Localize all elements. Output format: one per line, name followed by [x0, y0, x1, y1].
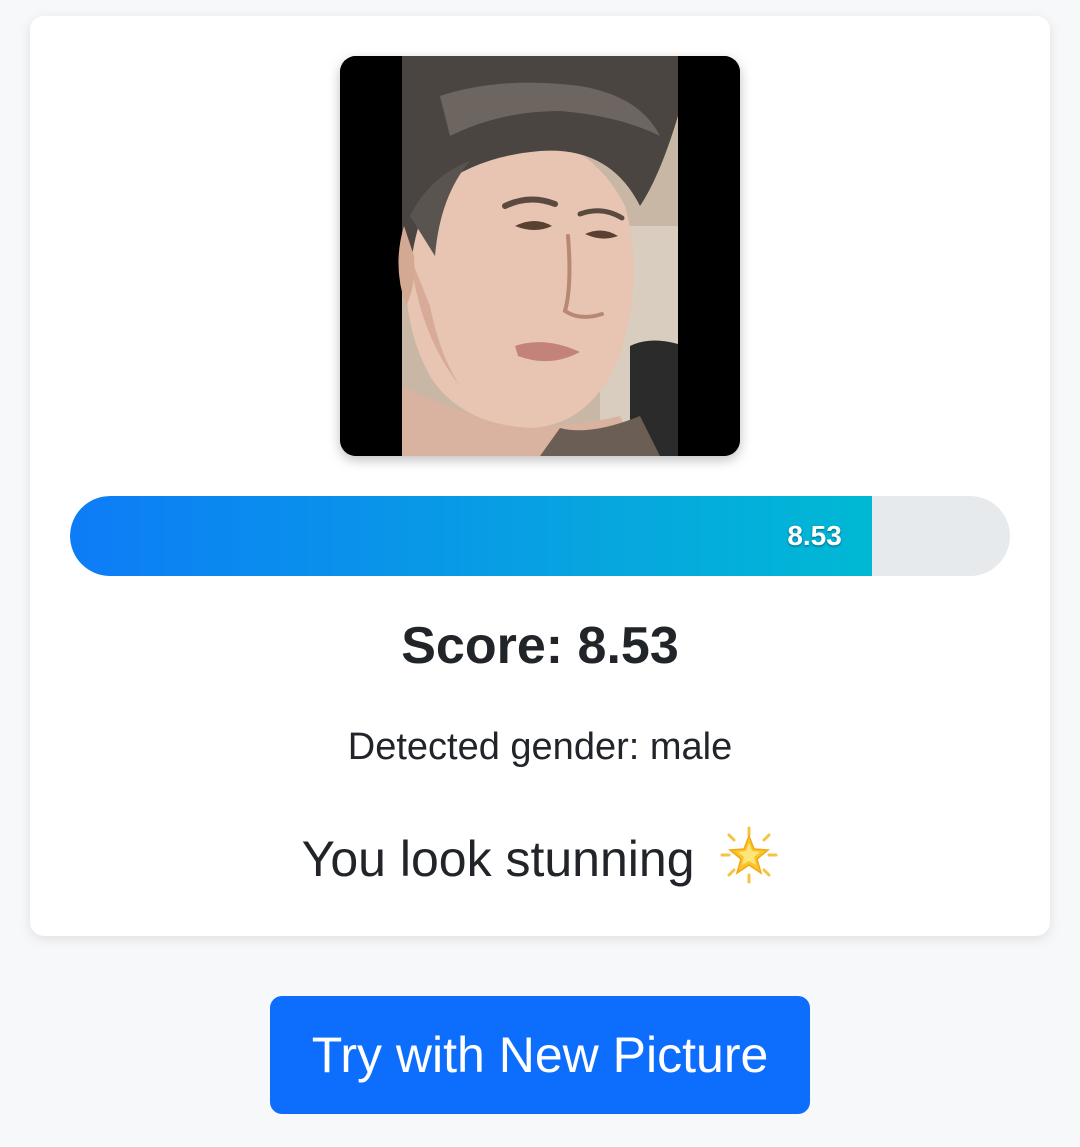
- score-progress-fill: 8.53: [70, 496, 872, 576]
- try-new-picture-button[interactable]: Try with New Picture: [270, 996, 810, 1114]
- score-heading: Score: 8.53: [401, 617, 679, 675]
- face-photo-image: [340, 56, 740, 456]
- progress-score-label: 8.53: [787, 520, 842, 551]
- result-message-text: You look stunning: [301, 831, 695, 887]
- score-progress-bar: 8.53: [70, 496, 1010, 576]
- detected-gender-text: Detected gender: male: [347, 726, 733, 768]
- uploaded-photo: [340, 56, 740, 456]
- result-card: 8.53 Score: 8.53 Detected gender: male Y…: [30, 16, 1050, 936]
- glowing-star-icon: [720, 826, 778, 884]
- result-message: You look stunning: [30, 826, 1050, 888]
